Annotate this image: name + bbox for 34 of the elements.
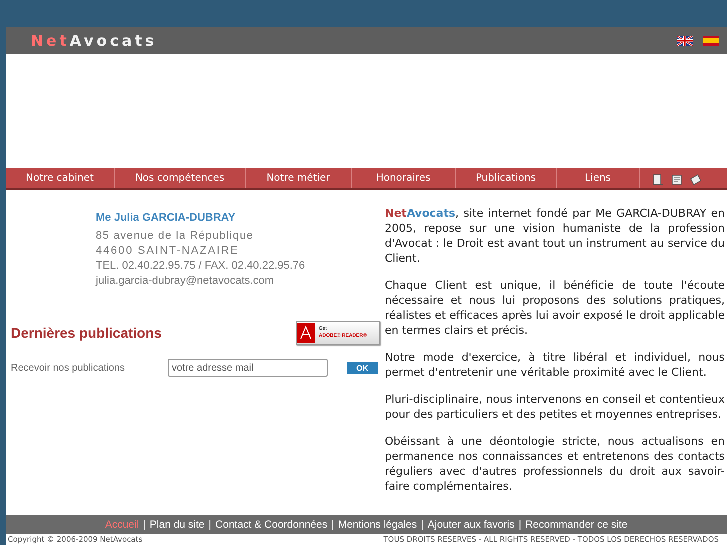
link-separator: | bbox=[518, 518, 522, 530]
nav-link[interactable]: Notre métier bbox=[246, 168, 352, 188]
lawyer-name: Me Julia GARCIA-DUBRAY bbox=[96, 212, 237, 224]
footer-link[interactable]: Contact & Coordonnées bbox=[216, 518, 328, 530]
intro-paragraph: NetAvocats, site internet fondé par Me GARCIA-DUBRAY en 2005, repose sur une vision humaniste de la profession d'Avocat : le Droit est avant tout un instrument au service du Client. bbox=[385, 206, 725, 266]
section-title: Dernières publications bbox=[11, 325, 162, 341]
nav-link[interactable]: Nos compétences bbox=[115, 168, 246, 188]
link-separator: | bbox=[332, 518, 334, 530]
body-paragraph: Pluri-disciplinaire, nous intervenons en conseil et contentieux pour des particuliers et des petites et moyennes entreprises. bbox=[385, 392, 725, 422]
ok-button[interactable]: OK bbox=[347, 362, 378, 374]
subscribe-label: Recevoir nos publications bbox=[11, 362, 126, 374]
document-icon[interactable] bbox=[671, 174, 683, 186]
nav-link[interactable]: Liens bbox=[557, 168, 640, 188]
link-separator: | bbox=[421, 518, 424, 530]
city-text: 44600 SAINT-NAZAIRE bbox=[96, 245, 240, 257]
phone-text: TEL. 02.40.22.95.75 / FAX. 02.40.22.95.76 bbox=[96, 260, 306, 272]
email-text: julia.garcia-dubray@netavocats.com bbox=[96, 275, 276, 287]
nav-link[interactable]: Notre cabinet bbox=[6, 168, 115, 188]
link-separator: | bbox=[143, 518, 146, 530]
footer-link[interactable]: Ajouter aux favoris bbox=[428, 518, 515, 530]
footer-link[interactable]: Mentions légales bbox=[338, 518, 418, 530]
address-text: 85 avenue de la République bbox=[96, 230, 255, 242]
spain-flag-icon[interactable] bbox=[703, 36, 719, 46]
email-input-field[interactable]: votre adresse mail bbox=[168, 359, 328, 377]
nav-link[interactable]: Honoraires bbox=[352, 168, 456, 188]
body-paragraph: Notre mode d'exercice, à titre libéral et individuel, nous permet d'entretenir une véritable proximité avec le Client. bbox=[385, 350, 725, 380]
nav-link[interactable]: Publications bbox=[456, 168, 557, 188]
footer-link[interactable]: Recommander ce site bbox=[526, 518, 628, 530]
footer-link[interactable]: Plan du site bbox=[150, 518, 205, 530]
link-separator: | bbox=[208, 518, 212, 530]
site-logo[interactable]: NetAvocats bbox=[31, 32, 158, 50]
body-paragraph: Obéissant à une déontologie stricte, nous actualisons en permanence nos connaissances et entretenons des contacts réguliers avec d'autres professionnels du droit aux savoir-faire complémentaires. bbox=[385, 434, 725, 494]
uk-flag-icon[interactable] bbox=[677, 36, 693, 46]
body-paragraph: Chaque Client est unique, il bénéficie de toute l'écoute nécessaire et nous lui proposons des solutions pratiques, réalistes et efficaces après lui avoir exposé le droit applicable en termes clairs et précis. bbox=[385, 278, 725, 338]
